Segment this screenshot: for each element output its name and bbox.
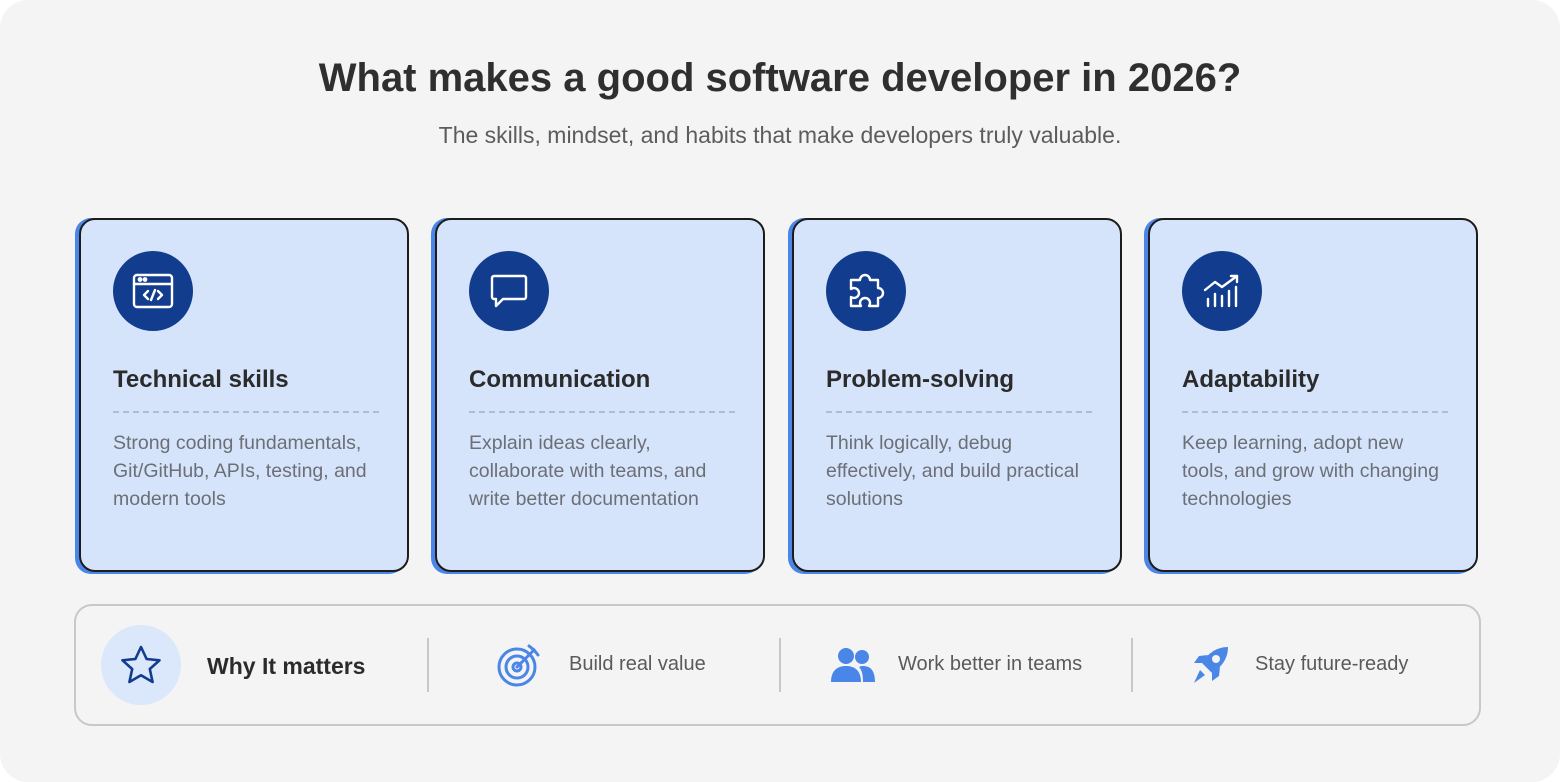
card-body: Communication Explain ideas clearly, col… — [435, 218, 765, 572]
divider — [1182, 411, 1448, 413]
code-window-icon — [113, 251, 193, 331]
benefit-label: Stay future-ready — [1255, 653, 1409, 675]
team-icon — [829, 642, 877, 688]
card-description: Explain ideas clearly, collaborate with … — [469, 432, 707, 510]
page-title: What makes a good software developer in … — [318, 56, 1242, 100]
divider — [469, 411, 735, 413]
card-body: Problem-solving Think logically, debug e… — [792, 218, 1122, 572]
divider — [1131, 638, 1133, 692]
divider — [826, 411, 1092, 413]
benefit-label: Build real value — [569, 653, 706, 675]
rocket-icon — [1186, 642, 1234, 688]
card-body: Adaptability Keep learning, adopt new to… — [1148, 218, 1478, 572]
card-body: Technical skills Strong coding fundament… — [79, 218, 409, 572]
card-technical-skills: Technical skills Strong coding fundament… — [75, 218, 411, 576]
chat-bubble-icon — [469, 251, 549, 331]
card-description: Think logically, debug effectively, and … — [826, 432, 1079, 510]
benefit-label: Work better in teams — [898, 653, 1083, 675]
puzzle-icon — [826, 251, 906, 331]
growth-chart-icon — [1182, 251, 1262, 331]
card-communication: Communication Explain ideas clearly, col… — [431, 218, 767, 576]
why-it-matters-bar: Why It matters Build real value Work bet… — [74, 604, 1481, 726]
card-problem-solving: Problem-solving Think logically, debug e… — [788, 218, 1124, 576]
card-title: Adaptability — [1182, 366, 1320, 393]
divider — [779, 638, 781, 692]
divider — [113, 411, 379, 413]
why-it-matters-label: Why It matters — [207, 653, 366, 679]
page-subtitle: The skills, mindset, and habits that mak… — [438, 122, 1122, 148]
star-icon — [101, 625, 181, 705]
card-title: Communication — [469, 366, 651, 393]
card-title: Problem-solving — [826, 366, 1015, 393]
card-adaptability: Adaptability Keep learning, adopt new to… — [1144, 218, 1480, 576]
infographic-panel: What makes a good software developer in … — [0, 0, 1560, 782]
card-title: Technical skills — [113, 366, 289, 393]
card-description: Strong coding fundamentals, Git/GitHub, … — [113, 432, 367, 510]
divider — [427, 638, 429, 692]
card-description: Keep learning, adopt new tools, and grow… — [1182, 432, 1439, 510]
target-icon — [495, 642, 543, 688]
